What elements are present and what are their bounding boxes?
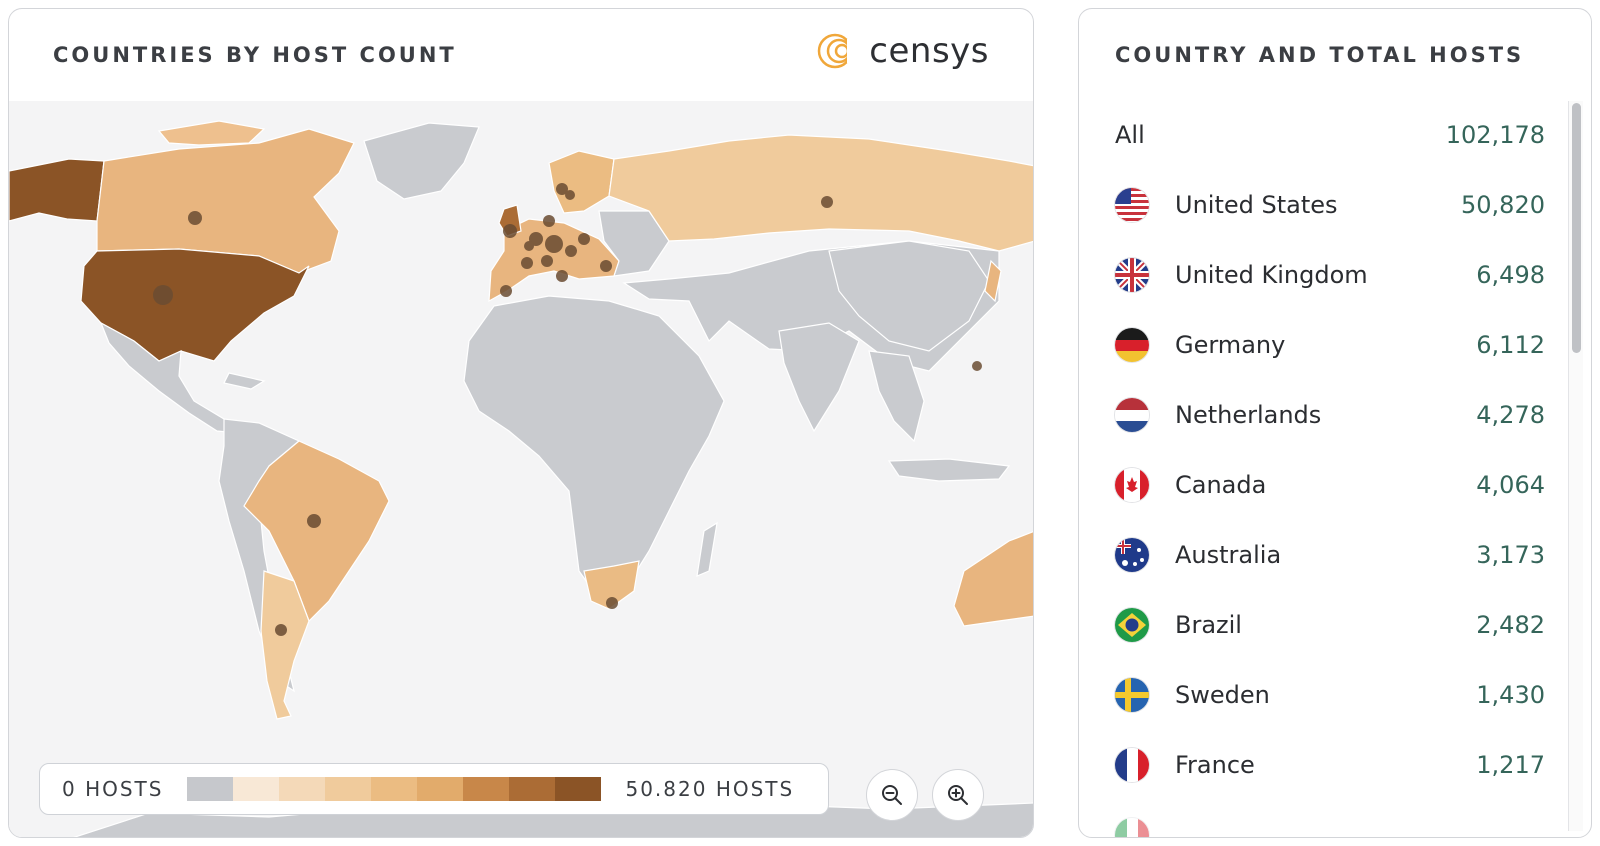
censys-logo: censys [817, 31, 989, 71]
country-name: Germany [1175, 331, 1286, 359]
zoom-in-icon [948, 785, 968, 805]
zoom-out-button[interactable] [866, 769, 918, 821]
list-item-united-states[interactable]: United States 50,820 [1115, 185, 1545, 225]
country-australia[interactable] [953, 531, 1034, 627]
country-africa-region[interactable] [463, 295, 725, 600]
marker-south-africa[interactable] [606, 597, 618, 609]
map-legend: 0 HOSTS 50.820 HOSTS [39, 763, 829, 815]
host-count: 50,820 [1461, 191, 1545, 219]
map-panel-title: COUNTRIES BY HOST COUNT [53, 43, 457, 67]
country-name: France [1175, 751, 1255, 779]
legend-min-label: 0 HOSTS [62, 777, 164, 801]
se-flag-icon [1115, 678, 1149, 712]
host-count: 3,173 [1476, 541, 1545, 569]
list-item-germany[interactable]: Germany 6,112 [1115, 325, 1545, 365]
legend-max-label: 50.820 HOSTS [625, 777, 795, 801]
list-item-sweden[interactable]: Sweden 1,430 [1115, 675, 1545, 715]
host-count: 2,482 [1476, 611, 1545, 639]
country-name: Canada [1175, 471, 1267, 499]
country-list-panel: COUNTRY AND TOTAL HOSTS All 102,178 Unit… [1078, 8, 1592, 838]
country-name: Sweden [1175, 681, 1270, 709]
legend-color-scale [187, 777, 602, 801]
world-map-svg[interactable] [9, 101, 1034, 838]
country-list-title: COUNTRY AND TOTAL HOSTS [1115, 43, 1525, 67]
list-item-brazil[interactable]: Brazil 2,482 [1115, 605, 1545, 645]
marker-canada[interactable] [188, 211, 202, 225]
marker-japan[interactable] [972, 361, 982, 371]
marker-belgium[interactable] [524, 241, 534, 251]
flag-icon [1115, 818, 1149, 837]
country-name: Brazil [1175, 611, 1242, 639]
marker-germany[interactable] [545, 235, 563, 253]
country-name: Australia [1175, 541, 1282, 569]
uk-flag-icon [1115, 258, 1149, 292]
zoom-out-icon [882, 785, 902, 805]
host-count: 1,430 [1476, 681, 1545, 709]
legend-swatch [463, 777, 510, 801]
list-item-partial[interactable] [1115, 815, 1545, 837]
marker-brazil[interactable] [307, 514, 321, 528]
country-canada-islands[interactable] [157, 120, 266, 146]
country-caribbean[interactable] [223, 372, 266, 390]
list-item-all[interactable]: All 102,178 [1115, 115, 1545, 155]
country-madagascar[interactable] [696, 521, 718, 577]
nl-flag-icon [1115, 398, 1149, 432]
country-india[interactable] [778, 322, 860, 433]
legend-swatch [555, 777, 602, 801]
us-flag-icon [1115, 188, 1149, 222]
fr-flag-icon [1115, 748, 1149, 782]
host-count: 6,498 [1476, 261, 1545, 289]
ca-flag-icon [1115, 468, 1149, 502]
censys-logo-icon [818, 33, 862, 69]
de-flag-icon [1115, 328, 1149, 362]
marker-argentina[interactable] [275, 624, 287, 636]
country-scandinavia[interactable] [548, 150, 615, 214]
legend-swatch [279, 777, 326, 801]
legend-swatch [509, 777, 556, 801]
marker-switzerland[interactable] [541, 255, 553, 267]
country-name: Netherlands [1175, 401, 1322, 429]
country-russia[interactable] [608, 134, 1034, 252]
country-indonesia[interactable] [887, 458, 1011, 482]
country-alaska[interactable] [9, 158, 105, 222]
marker-united-kingdom[interactable] [503, 224, 517, 238]
marker-united-states[interactable] [153, 285, 173, 305]
legend-swatch [187, 777, 234, 801]
marker-france[interactable] [521, 257, 533, 269]
host-count: 4,064 [1476, 471, 1545, 499]
legend-swatch [233, 777, 280, 801]
marker-denmark[interactable] [543, 215, 555, 227]
host-count: 1,217 [1476, 751, 1545, 779]
list-item-australia[interactable]: Australia 3,173 [1115, 535, 1545, 575]
list-item-canada[interactable]: Canada 4,064 [1115, 465, 1545, 505]
map-panel: COUNTRIES BY HOST COUNT censys 0 HOSTS 5… [8, 8, 1034, 838]
br-flag-icon [1115, 608, 1149, 642]
legend-swatch [417, 777, 464, 801]
list-item-netherlands[interactable]: Netherlands 4,278 [1115, 395, 1545, 435]
marker-finland[interactable] [565, 190, 575, 200]
list-scrollbar-thumb[interactable] [1572, 103, 1581, 353]
marker-italy[interactable] [556, 270, 568, 282]
host-count: 102,178 [1445, 121, 1545, 149]
marker-romania[interactable] [600, 260, 612, 272]
country-name: United Kingdom [1175, 261, 1368, 289]
au-flag-icon [1115, 538, 1149, 572]
host-count: 4,278 [1476, 401, 1545, 429]
list-scrollbar[interactable] [1568, 101, 1583, 831]
country-name: All [1115, 121, 1145, 149]
marker-russia[interactable] [821, 196, 833, 208]
list-item-france[interactable]: France 1,217 [1115, 745, 1545, 785]
country-name: United States [1175, 191, 1338, 219]
marker-czech[interactable] [565, 245, 577, 257]
marker-spain[interactable] [500, 285, 512, 297]
zoom-in-button[interactable] [932, 769, 984, 821]
marker-poland[interactable] [578, 233, 590, 245]
host-count: 6,112 [1476, 331, 1545, 359]
list-item-united-kingdom[interactable]: United Kingdom 6,498 [1115, 255, 1545, 295]
world-map[interactable]: 0 HOSTS 50.820 HOSTS [9, 101, 1034, 838]
legend-swatch [371, 777, 418, 801]
censys-wordmark: censys [869, 31, 989, 71]
country-greenland[interactable] [363, 122, 480, 200]
legend-swatch [325, 777, 372, 801]
